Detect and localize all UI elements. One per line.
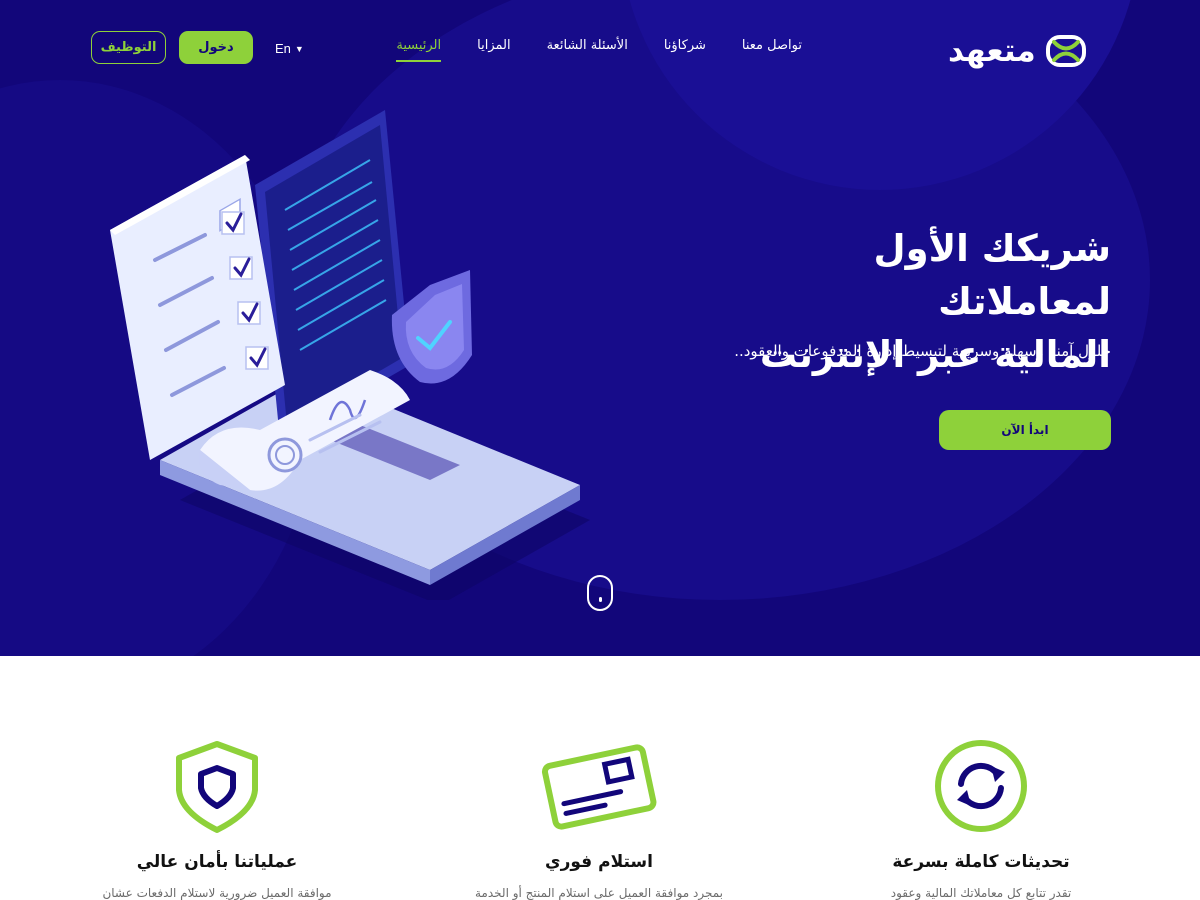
- feature-desc: بمجرد موافقة العميل على استلام المنتج أو…: [475, 886, 723, 900]
- feature-high-security: عملياتنا بأمان عالي موافقة العميل ضرورية…: [47, 738, 387, 900]
- nav-item-home[interactable]: الرئيسية: [396, 38, 442, 62]
- feature-desc: موافقة العميل ضرورية لاستلام الدفعات عشا…: [102, 886, 332, 900]
- feature-instant-receipt: استلام فوري بمجرد موافقة العميل على استل…: [429, 738, 769, 900]
- shield-icon: [176, 741, 258, 833]
- logo-mark-icon: [1045, 35, 1086, 67]
- login-button[interactable]: دخول: [179, 31, 253, 64]
- language-label: En: [275, 41, 291, 56]
- feature-title: عملياتنا بأمان عالي: [136, 852, 298, 872]
- nav-item-faq[interactable]: الأسئلة الشائعة: [547, 38, 628, 62]
- hero-section: متعهد الرئيسية المزايا الأسئلة الشائعة ش…: [0, 0, 1200, 656]
- caret-down-icon: ▼: [294, 43, 304, 54]
- language-switcher[interactable]: En ▼: [275, 41, 304, 56]
- hero-title-line-1: شريكك الأول لمعاملاتك: [873, 227, 1111, 323]
- scroll-down-indicator[interactable]: [587, 575, 613, 611]
- laptop-contract-illustration: [110, 110, 590, 600]
- feature-desc: تقدر تتابع كل معاملاتك المالية وعقود: [890, 886, 1072, 900]
- nav-item-contact[interactable]: تواصل معنا: [742, 38, 802, 62]
- main-nav: الرئيسية المزايا الأسئلة الشائعة شركاؤنا…: [396, 38, 802, 62]
- nav-item-features[interactable]: المزايا: [477, 38, 510, 62]
- hiring-button[interactable]: التوظيف: [91, 31, 166, 64]
- start-now-button[interactable]: ابدأ الآن: [939, 410, 1111, 450]
- sync-icon: [935, 740, 1027, 832]
- card-icon: [541, 744, 657, 830]
- feature-title: تحديثات كاملة بسرعة: [892, 852, 1070, 872]
- hero-subtitle: حلول آمنة وسهلة وسريعة لتبسيط إدارة المد…: [734, 342, 1111, 360]
- logo-text: متعهد: [948, 33, 1037, 69]
- feature-title: استلام فوري: [545, 852, 653, 872]
- feature-fast-updates: تحديثات كاملة بسرعة تقدر تتابع كل معاملا…: [811, 738, 1151, 900]
- scroll-wheel: [599, 597, 602, 602]
- site-logo[interactable]: متعهد: [948, 33, 1086, 69]
- nav-item-partners[interactable]: شركاؤنا: [664, 38, 706, 62]
